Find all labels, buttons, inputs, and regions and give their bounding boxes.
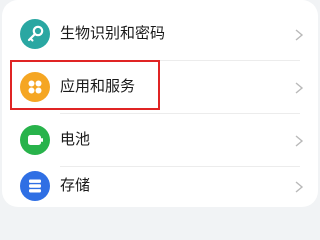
settings-item-battery[interactable]: 电池 <box>2 114 318 166</box>
chevron-right-icon <box>292 179 306 193</box>
storage-icon <box>20 171 50 201</box>
chevron-right-icon <box>292 133 306 147</box>
highlight-box <box>10 60 160 110</box>
settings-item-storage[interactable]: 存储 <box>2 160 318 207</box>
settings-item-label: 电池 <box>60 130 91 148</box>
settings-item-biometrics-password[interactable]: 生物识别和密码 <box>2 8 318 60</box>
settings-item-label: 存储 <box>60 176 91 194</box>
chevron-right-icon <box>292 80 306 94</box>
settings-item-label: 生物识别和密码 <box>60 24 166 42</box>
key-icon <box>20 19 50 49</box>
battery-icon <box>20 125 50 155</box>
chevron-right-icon <box>292 27 306 41</box>
